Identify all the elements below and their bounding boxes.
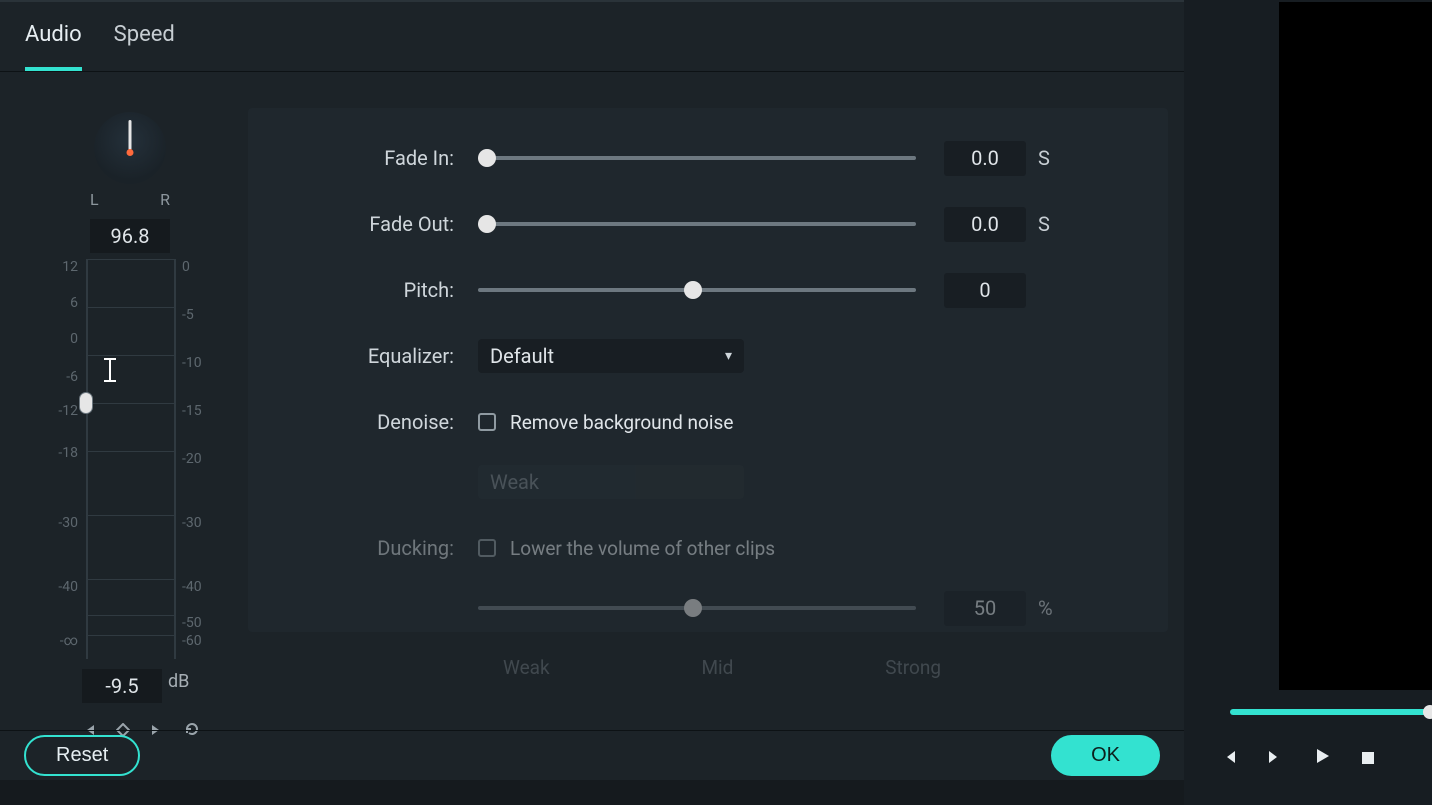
db-right-tick: -15 — [182, 403, 212, 419]
db-right-tick: -50 — [182, 615, 212, 631]
db-left-tick: 0 — [50, 331, 78, 347]
ducking-check-label: Lower the volume of other clips — [510, 537, 775, 560]
video-preview — [1279, 2, 1432, 690]
tab-audio[interactable]: Audio — [25, 18, 82, 71]
denoise-strength-select: Weak — [478, 465, 744, 499]
pan-knob[interactable] — [94, 112, 166, 184]
db-unit-label: dB — [168, 671, 189, 692]
fade-in-label: Fade In: — [278, 146, 478, 170]
db-value-input[interactable]: -9.5 — [82, 669, 162, 703]
ducking-mark-strong: Strong — [885, 656, 941, 679]
fade-out-value-input[interactable]: 0.0 — [944, 207, 1026, 242]
equalizer-value: Default — [490, 344, 554, 368]
step-forward-icon[interactable] — [1266, 747, 1284, 771]
db-left-tick: 12 — [50, 259, 78, 275]
fade-out-unit: S — [1038, 212, 1050, 236]
ducking-slider — [478, 606, 916, 610]
play-icon[interactable] — [1312, 746, 1332, 771]
db-right-tick: -20 — [182, 451, 212, 467]
ducking-value-input: 50 — [944, 591, 1026, 626]
pan-left-label: L — [90, 190, 99, 209]
audio-settings-panel: Audio Speed L R 96.8 12 6 0 — [0, 0, 1184, 780]
db-right-tick: -40 — [182, 579, 212, 595]
ducking-checkbox[interactable] — [478, 539, 496, 557]
pitch-label: Pitch: — [278, 278, 478, 302]
fade-in-value-input[interactable]: 0.0 — [944, 141, 1026, 176]
audio-controls-panel: Fade In: 0.0 S Fade Out: 0.0 S Pitch: 0 — [248, 108, 1168, 632]
ok-button[interactable]: OK — [1051, 735, 1160, 776]
denoise-checkbox[interactable] — [478, 413, 496, 431]
db-left-tick: -30 — [50, 515, 78, 531]
volume-pan-area: L R 96.8 12 6 0 -6 -12 -18 -30 -40 -∞ — [30, 112, 230, 742]
db-left-tick: -∞ — [50, 633, 78, 649]
db-left-tick: 6 — [50, 295, 78, 311]
chevron-down-icon: ▾ — [725, 348, 732, 364]
preview-panel — [1184, 0, 1432, 805]
pitch-value-input[interactable]: 0 — [944, 273, 1026, 308]
db-right-tick: 0 — [182, 259, 212, 275]
db-meter: 12 6 0 -6 -12 -18 -30 -40 -∞ 0 -5 -10 — [50, 259, 210, 659]
db-right-tick: -10 — [182, 355, 212, 371]
preview-progress-slider[interactable] — [1230, 709, 1430, 715]
ducking-unit: % — [1038, 596, 1053, 620]
tab-speed[interactable]: Speed — [114, 18, 175, 71]
fade-out-slider[interactable] — [478, 222, 916, 226]
db-right-tick: -60 — [182, 633, 212, 649]
stop-icon[interactable] — [1360, 747, 1376, 771]
pan-value-input[interactable]: 96.8 — [90, 219, 170, 253]
ducking-mark-mid: Mid — [701, 656, 733, 679]
tabs: Audio Speed — [0, 2, 1184, 72]
db-left-tick: -12 — [50, 403, 78, 419]
fade-in-unit: S — [1038, 146, 1050, 170]
fade-in-slider[interactable] — [478, 156, 916, 160]
dialog-footer: Reset OK — [0, 730, 1184, 780]
pan-right-label: R — [160, 190, 170, 209]
fade-out-label: Fade Out: — [278, 212, 478, 236]
equalizer-label: Equalizer: — [278, 344, 478, 368]
db-left-tick: -6 — [50, 369, 78, 385]
denoise-label: Denoise: — [278, 410, 478, 434]
ducking-mark-weak: Weak — [503, 656, 550, 679]
db-fader-thumb[interactable] — [79, 392, 93, 414]
db-left-tick: -18 — [50, 445, 78, 461]
db-right-tick: -5 — [182, 307, 212, 323]
ducking-label: Ducking: — [278, 536, 478, 560]
denoise-check-label: Remove background noise — [510, 411, 733, 434]
reset-button[interactable]: Reset — [24, 735, 140, 776]
db-right-tick: -30 — [182, 515, 212, 531]
step-back-icon[interactable] — [1220, 747, 1238, 771]
pitch-slider[interactable] — [478, 288, 916, 292]
db-left-tick: -40 — [50, 579, 78, 595]
equalizer-select[interactable]: Default ▾ — [478, 339, 744, 373]
